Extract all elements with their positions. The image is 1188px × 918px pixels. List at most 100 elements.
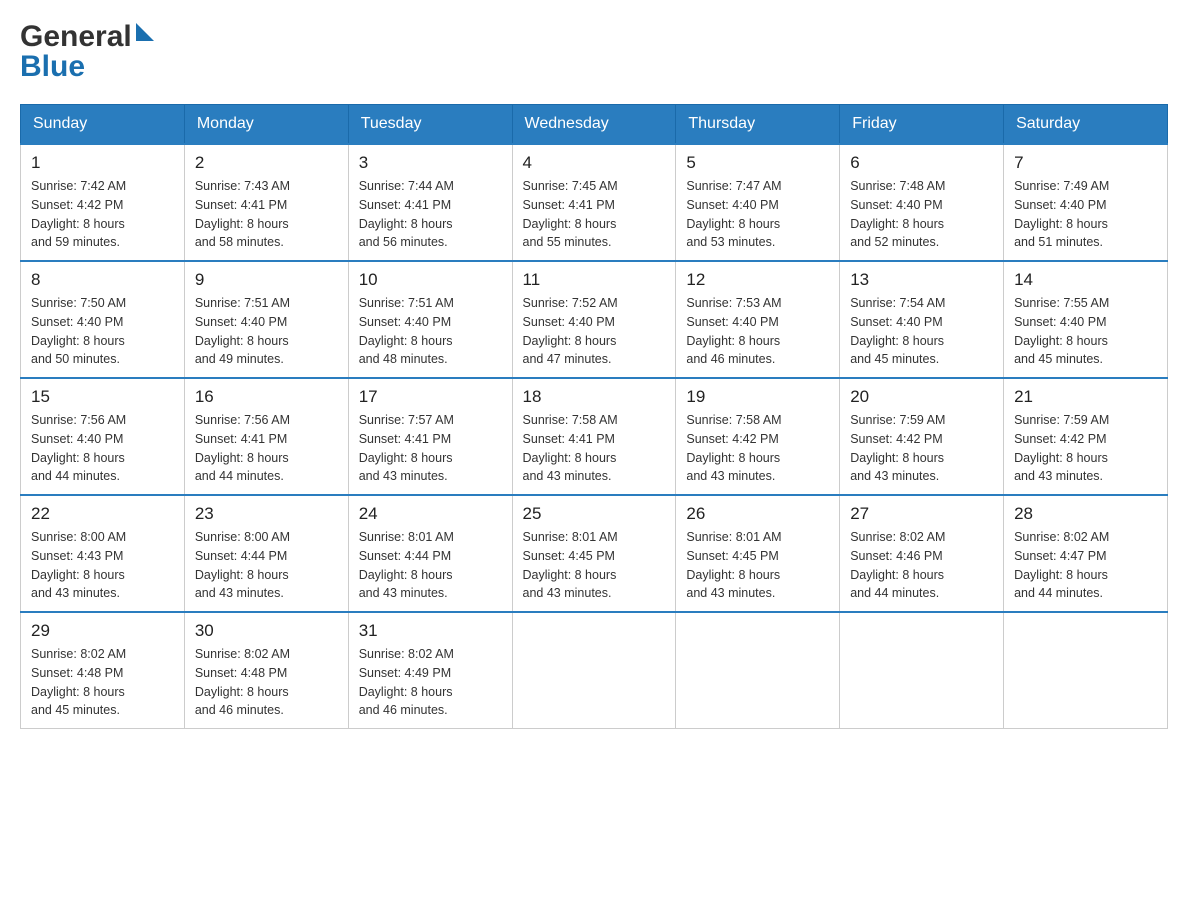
day-info: Sunrise: 7:49 AMSunset: 4:40 PMDaylight:… bbox=[1014, 177, 1157, 252]
calendar-day-cell: 30Sunrise: 8:02 AMSunset: 4:48 PMDayligh… bbox=[184, 612, 348, 729]
day-info: Sunrise: 7:59 AMSunset: 4:42 PMDaylight:… bbox=[850, 411, 993, 486]
calendar-empty-cell bbox=[1004, 612, 1168, 729]
calendar-week-row: 29Sunrise: 8:02 AMSunset: 4:48 PMDayligh… bbox=[21, 612, 1168, 729]
day-number: 6 bbox=[850, 153, 993, 173]
calendar-header-row: SundayMondayTuesdayWednesdayThursdayFrid… bbox=[21, 105, 1168, 145]
day-number: 17 bbox=[359, 387, 502, 407]
calendar-day-cell: 25 Sunrise: 8:01 AMSunset: 4:45 PMDayligh… bbox=[512, 495, 676, 612]
day-info: Sunrise: 7:51 AMSunset: 4:40 PMDaylight:… bbox=[359, 294, 502, 369]
day-info: Sunrise: 8:01 AMSunset: 4:45 PMDaylight:… bbox=[686, 528, 829, 603]
calendar-day-cell: 28 Sunrise: 8:02 AMSunset: 4:47 PMDayligh… bbox=[1004, 495, 1168, 612]
day-number: 31 bbox=[359, 621, 502, 641]
day-info: Sunrise: 7:51 AMSunset: 4:40 PMDaylight:… bbox=[195, 294, 338, 369]
day-number: 21 bbox=[1014, 387, 1157, 407]
day-number: 12 bbox=[686, 270, 829, 290]
day-number: 4 bbox=[523, 153, 666, 173]
calendar-day-header-wednesday: Wednesday bbox=[512, 105, 676, 145]
day-info: Sunrise: 8:00 AMSunset: 4:43 PMDaylight:… bbox=[31, 528, 174, 603]
day-number: 16 bbox=[195, 387, 338, 407]
day-number: 23 bbox=[195, 504, 338, 524]
calendar-day-cell: 16 Sunrise: 7:56 AMSunset: 4:41 PMDayligh… bbox=[184, 378, 348, 495]
logo-area: General Blue bbox=[20, 20, 154, 84]
day-number: 18 bbox=[523, 387, 666, 407]
calendar-day-cell: 9 Sunrise: 7:51 AMSunset: 4:40 PMDaylight… bbox=[184, 261, 348, 378]
logo-general-text: General bbox=[20, 20, 132, 54]
calendar-day-header-saturday: Saturday bbox=[1004, 105, 1168, 145]
calendar-empty-cell bbox=[512, 612, 676, 729]
day-info: Sunrise: 8:02 AMSunset: 4:49 PMDaylight:… bbox=[359, 645, 502, 720]
day-number: 2 bbox=[195, 153, 338, 173]
calendar-day-cell: 11Sunrise: 7:52 AMSunset: 4:40 PMDayligh… bbox=[512, 261, 676, 378]
calendar-day-cell: 20 Sunrise: 7:59 AMSunset: 4:42 PMDayligh… bbox=[840, 378, 1004, 495]
calendar-day-header-thursday: Thursday bbox=[676, 105, 840, 145]
day-info: Sunrise: 7:42 AMSunset: 4:42 PMDaylight:… bbox=[31, 177, 174, 252]
day-number: 22 bbox=[31, 504, 174, 524]
day-info: Sunrise: 8:02 AMSunset: 4:48 PMDaylight:… bbox=[195, 645, 338, 720]
calendar-day-cell: 15Sunrise: 7:56 AMSunset: 4:40 PMDayligh… bbox=[21, 378, 185, 495]
day-number: 9 bbox=[195, 270, 338, 290]
calendar-day-header-sunday: Sunday bbox=[21, 105, 185, 145]
calendar-day-cell: 31 Sunrise: 8:02 AMSunset: 4:49 PMDayligh… bbox=[348, 612, 512, 729]
day-number: 5 bbox=[686, 153, 829, 173]
day-number: 20 bbox=[850, 387, 993, 407]
calendar-day-cell: 26 Sunrise: 8:01 AMSunset: 4:45 PMDayligh… bbox=[676, 495, 840, 612]
day-number: 28 bbox=[1014, 504, 1157, 524]
day-number: 10 bbox=[359, 270, 502, 290]
day-number: 27 bbox=[850, 504, 993, 524]
calendar-day-cell: 2 Sunrise: 7:43 AMSunset: 4:41 PMDaylight… bbox=[184, 144, 348, 261]
day-info: Sunrise: 8:01 AMSunset: 4:45 PMDaylight:… bbox=[523, 528, 666, 603]
calendar-day-cell: 22 Sunrise: 8:00 AMSunset: 4:43 PMDayligh… bbox=[21, 495, 185, 612]
day-info: Sunrise: 7:48 AMSunset: 4:40 PMDaylight:… bbox=[850, 177, 993, 252]
calendar-day-cell: 27Sunrise: 8:02 AMSunset: 4:46 PMDayligh… bbox=[840, 495, 1004, 612]
day-info: Sunrise: 7:55 AMSunset: 4:40 PMDaylight:… bbox=[1014, 294, 1157, 369]
calendar-week-row: 22 Sunrise: 8:00 AMSunset: 4:43 PMDayligh… bbox=[21, 495, 1168, 612]
calendar-day-header-tuesday: Tuesday bbox=[348, 105, 512, 145]
calendar-table: SundayMondayTuesdayWednesdayThursdayFrid… bbox=[20, 104, 1168, 729]
day-number: 26 bbox=[686, 504, 829, 524]
calendar-week-row: 1 Sunrise: 7:42 AMSunset: 4:42 PMDaylight… bbox=[21, 144, 1168, 261]
day-number: 13 bbox=[850, 270, 993, 290]
calendar-day-cell: 17 Sunrise: 7:57 AMSunset: 4:41 PMDayligh… bbox=[348, 378, 512, 495]
day-number: 19 bbox=[686, 387, 829, 407]
calendar-empty-cell bbox=[676, 612, 840, 729]
calendar-day-cell: 14Sunrise: 7:55 AMSunset: 4:40 PMDayligh… bbox=[1004, 261, 1168, 378]
calendar-day-cell: 6 Sunrise: 7:48 AMSunset: 4:40 PMDaylight… bbox=[840, 144, 1004, 261]
calendar-day-cell: 5Sunrise: 7:47 AMSunset: 4:40 PMDaylight… bbox=[676, 144, 840, 261]
calendar-day-cell: 12 Sunrise: 7:53 AMSunset: 4:40 PMDayligh… bbox=[676, 261, 840, 378]
calendar-day-cell: 3 Sunrise: 7:44 AMSunset: 4:41 PMDaylight… bbox=[348, 144, 512, 261]
day-number: 11 bbox=[523, 270, 666, 290]
day-info: Sunrise: 8:00 AMSunset: 4:44 PMDaylight:… bbox=[195, 528, 338, 603]
day-info: Sunrise: 7:56 AMSunset: 4:41 PMDaylight:… bbox=[195, 411, 338, 486]
calendar-day-header-monday: Monday bbox=[184, 105, 348, 145]
calendar-day-cell: 8Sunrise: 7:50 AMSunset: 4:40 PMDaylight… bbox=[21, 261, 185, 378]
calendar-day-cell: 13 Sunrise: 7:54 AMSunset: 4:40 PMDayligh… bbox=[840, 261, 1004, 378]
day-info: Sunrise: 7:57 AMSunset: 4:41 PMDaylight:… bbox=[359, 411, 502, 486]
calendar-week-row: 8Sunrise: 7:50 AMSunset: 4:40 PMDaylight… bbox=[21, 261, 1168, 378]
calendar-week-row: 15Sunrise: 7:56 AMSunset: 4:40 PMDayligh… bbox=[21, 378, 1168, 495]
day-info: Sunrise: 7:56 AMSunset: 4:40 PMDaylight:… bbox=[31, 411, 174, 486]
calendar-day-cell: 10 Sunrise: 7:51 AMSunset: 4:40 PMDayligh… bbox=[348, 261, 512, 378]
calendar-day-cell: 23 Sunrise: 8:00 AMSunset: 4:44 PMDayligh… bbox=[184, 495, 348, 612]
logo-blue-text: Blue bbox=[20, 50, 85, 84]
day-number: 25 bbox=[523, 504, 666, 524]
calendar-day-cell: 1 Sunrise: 7:42 AMSunset: 4:42 PMDaylight… bbox=[21, 144, 185, 261]
calendar-day-cell: 4 Sunrise: 7:45 AMSunset: 4:41 PMDaylight… bbox=[512, 144, 676, 261]
day-number: 24 bbox=[359, 504, 502, 524]
logo-triangle-icon bbox=[136, 23, 154, 41]
day-info: Sunrise: 7:44 AMSunset: 4:41 PMDaylight:… bbox=[359, 177, 502, 252]
day-info: Sunrise: 7:43 AMSunset: 4:41 PMDaylight:… bbox=[195, 177, 338, 252]
day-info: Sunrise: 7:53 AMSunset: 4:40 PMDaylight:… bbox=[686, 294, 829, 369]
day-info: Sunrise: 8:01 AMSunset: 4:44 PMDaylight:… bbox=[359, 528, 502, 603]
day-info: Sunrise: 8:02 AMSunset: 4:48 PMDaylight:… bbox=[31, 645, 174, 720]
day-info: Sunrise: 8:02 AMSunset: 4:47 PMDaylight:… bbox=[1014, 528, 1157, 603]
day-info: Sunrise: 7:54 AMSunset: 4:40 PMDaylight:… bbox=[850, 294, 993, 369]
day-info: Sunrise: 7:59 AMSunset: 4:42 PMDaylight:… bbox=[1014, 411, 1157, 486]
calendar-day-cell: 18Sunrise: 7:58 AMSunset: 4:41 PMDayligh… bbox=[512, 378, 676, 495]
day-number: 1 bbox=[31, 153, 174, 173]
day-number: 8 bbox=[31, 270, 174, 290]
day-info: Sunrise: 7:45 AMSunset: 4:41 PMDaylight:… bbox=[523, 177, 666, 252]
day-number: 3 bbox=[359, 153, 502, 173]
day-info: Sunrise: 7:58 AMSunset: 4:42 PMDaylight:… bbox=[686, 411, 829, 486]
calendar-day-cell: 24 Sunrise: 8:01 AMSunset: 4:44 PMDayligh… bbox=[348, 495, 512, 612]
calendar-day-cell: 7Sunrise: 7:49 AMSunset: 4:40 PMDaylight… bbox=[1004, 144, 1168, 261]
